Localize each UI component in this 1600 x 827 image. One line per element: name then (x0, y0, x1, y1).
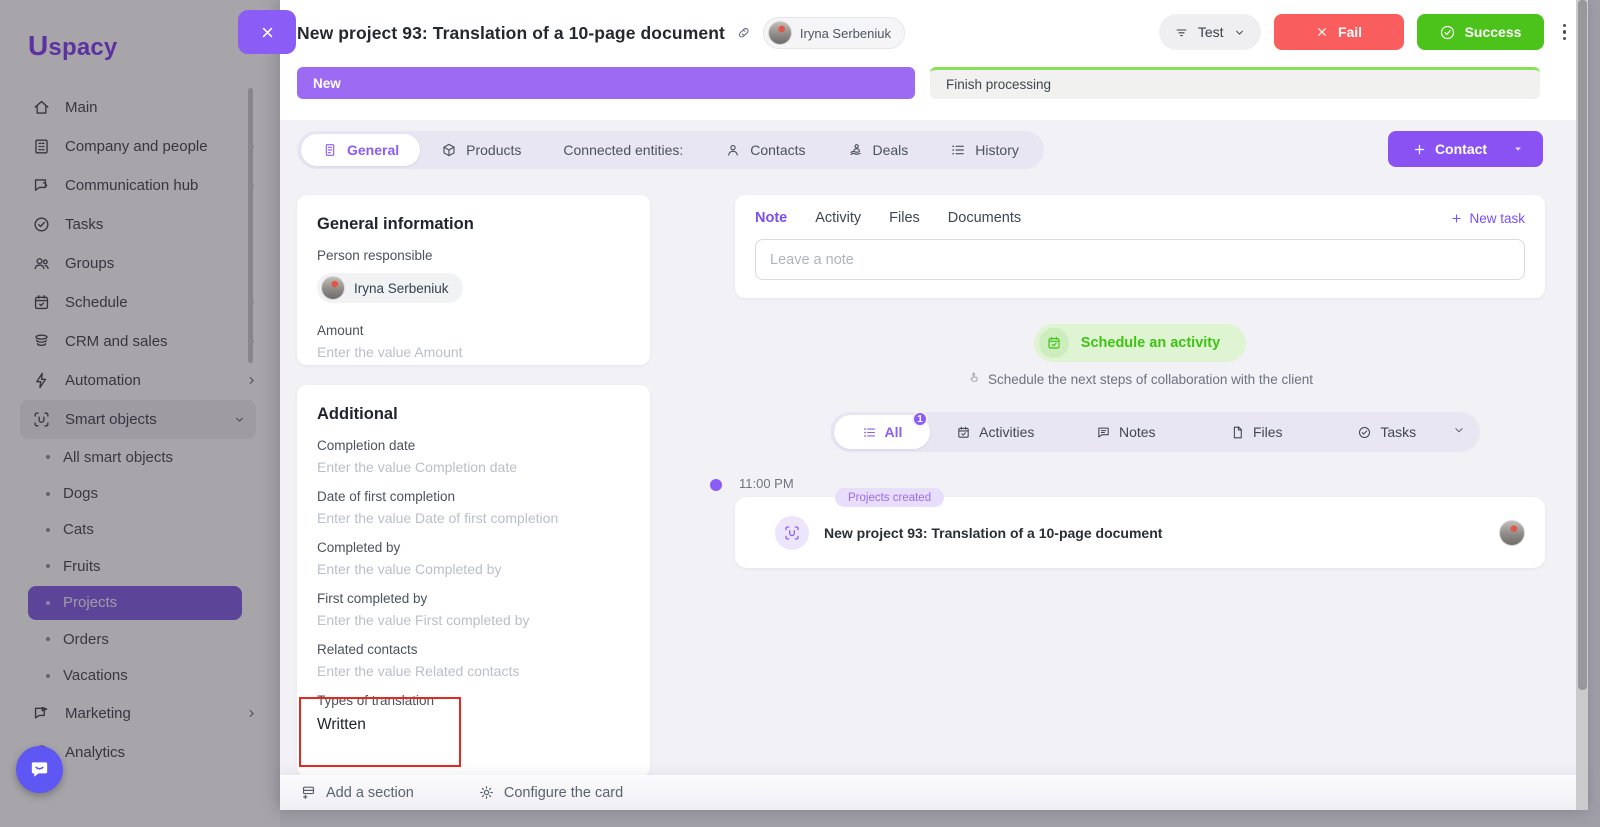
document-icon (322, 142, 338, 158)
avatar (768, 21, 792, 45)
close-button[interactable] (238, 10, 296, 54)
panel-header: New project 93: Translation of a 10-page… (280, 0, 1588, 120)
plus-icon (1412, 142, 1427, 157)
field-date-of-first-completion: Date of first completion Enter the value… (317, 489, 630, 526)
page-title: New project 93: Translation of a 10-page… (297, 23, 725, 44)
add-contact-button[interactable]: Contact (1388, 131, 1543, 167)
list-icon (862, 425, 877, 440)
all-count-badge: 1 (912, 411, 928, 427)
plus-icon (1450, 212, 1463, 225)
event-title: New project 93: Translation of a 10-page… (824, 525, 1162, 541)
tab-contacts[interactable]: Contacts (704, 134, 826, 166)
notes-card: Note Activity Files Documents New task (735, 195, 1545, 298)
filter-files[interactable]: Files (1191, 415, 1322, 449)
tab-activity[interactable]: Activity (815, 210, 861, 226)
types-of-translation-value[interactable]: Written (317, 716, 630, 734)
tab-general[interactable]: General (301, 134, 420, 166)
panel-scrollbar[interactable] (1576, 0, 1588, 810)
panel-content: General Products Connected entities: Con… (280, 120, 1588, 775)
chat-smile-icon (28, 758, 51, 781)
tab-files[interactable]: Files (889, 210, 920, 226)
add-section-button[interactable]: Add a section (300, 784, 414, 801)
tab-documents[interactable]: Documents (948, 210, 1021, 226)
field-person-responsible: Person responsible Iryna Serbeniuk (317, 248, 630, 305)
chevron-down-icon (1511, 142, 1525, 156)
file-icon (1230, 425, 1245, 440)
field-completion-date: Completion date Enter the value Completi… (317, 438, 630, 475)
gear-icon (478, 784, 495, 801)
timeline-event-card[interactable]: Projects created New project 93: Transla… (735, 497, 1545, 568)
note-tabs: Note Activity Files Documents New task (755, 210, 1525, 226)
note-icon (1096, 425, 1111, 440)
project-detail-panel: New project 93: Translation of a 10-page… (280, 0, 1588, 810)
filter-tasks[interactable]: Tasks (1322, 415, 1453, 449)
timeline-filter-bar: All 1 Activities Notes Files Tasks (830, 412, 1480, 452)
stage-finish-processing[interactable]: Finish processing (930, 67, 1540, 99)
field-first-completed-by: First completed by Enter the value First… (317, 591, 630, 628)
amount-placeholder[interactable]: Enter the value Amount (317, 344, 630, 360)
stage-new[interactable]: New (297, 67, 915, 99)
x-icon (1315, 25, 1329, 39)
scrollbar-thumb[interactable] (1578, 0, 1587, 690)
configure-card-button[interactable]: Configure the card (478, 784, 623, 801)
list-icon (950, 142, 966, 158)
schedule-activity-button[interactable]: Schedule an activity (1034, 324, 1246, 362)
panel-footer: Add a section Configure the card (280, 775, 1588, 810)
filter-notes[interactable]: Notes (1061, 415, 1192, 449)
card-title: General information (317, 215, 630, 234)
contact-dropdown-caret[interactable] (1511, 142, 1543, 156)
check-circle-icon (1357, 425, 1372, 440)
fail-button[interactable]: Fail (1274, 14, 1404, 50)
new-task-button[interactable]: New task (1450, 211, 1525, 226)
close-icon (259, 24, 276, 41)
person-icon (725, 142, 741, 158)
avatar (1499, 520, 1525, 546)
tab-deals[interactable]: Deals (827, 134, 930, 166)
tab-history[interactable]: History (929, 134, 1040, 166)
deal-icon (848, 142, 864, 158)
chevron-down-icon (1233, 26, 1246, 39)
stage-progress: New Finish processing (297, 67, 1540, 99)
note-input[interactable] (755, 239, 1525, 280)
timeline-time: 11:00 PM (739, 476, 794, 491)
filter-activities[interactable]: Activities (930, 415, 1061, 449)
event-type-badge: Projects created (835, 488, 944, 507)
tab-note[interactable]: Note (755, 210, 787, 226)
chat-widget-button[interactable] (16, 746, 63, 793)
tab-products[interactable]: Products (420, 134, 542, 166)
add-section-icon (300, 784, 317, 801)
filter-all[interactable]: All 1 (834, 415, 930, 449)
filter-icon (1174, 25, 1189, 40)
field-completed-by: Completed by Enter the value Completed b… (317, 540, 630, 577)
pointer-hand-icon (967, 371, 980, 387)
avatar (321, 276, 345, 300)
chevron-down-icon[interactable] (1452, 423, 1476, 442)
test-dropdown[interactable]: Test (1159, 14, 1261, 50)
field-amount: Amount Enter the value Amount (317, 323, 630, 360)
copy-link-icon[interactable] (736, 25, 752, 41)
person-chip[interactable]: Iryna Serbeniuk (317, 273, 463, 303)
general-information-card: General information Person responsible I… (297, 195, 650, 365)
more-options-kebab-icon[interactable] (1557, 20, 1573, 45)
main-tabs: General Products Connected entities: Con… (297, 131, 1044, 169)
timeline-dot (710, 479, 722, 491)
additional-card: Additional Completion date Enter the val… (297, 385, 650, 777)
owner-chip[interactable]: Iryna Serbeniuk (763, 17, 905, 49)
schedule-hint: Schedule the next steps of collaboration… (735, 371, 1545, 387)
success-button[interactable]: Success (1417, 14, 1544, 50)
smart-object-icon (775, 516, 809, 550)
tab-connected-entities[interactable]: Connected entities: (542, 134, 704, 166)
check-circle-icon (1439, 24, 1456, 41)
cube-icon (441, 142, 457, 158)
field-related-contacts: Related contacts Enter the value Related… (317, 642, 630, 679)
calendar-check-icon (1039, 328, 1069, 358)
card-title: Additional (317, 405, 630, 424)
field-types-of-translation: Types of translation Written (317, 693, 630, 734)
calendar-check-icon (956, 425, 971, 440)
